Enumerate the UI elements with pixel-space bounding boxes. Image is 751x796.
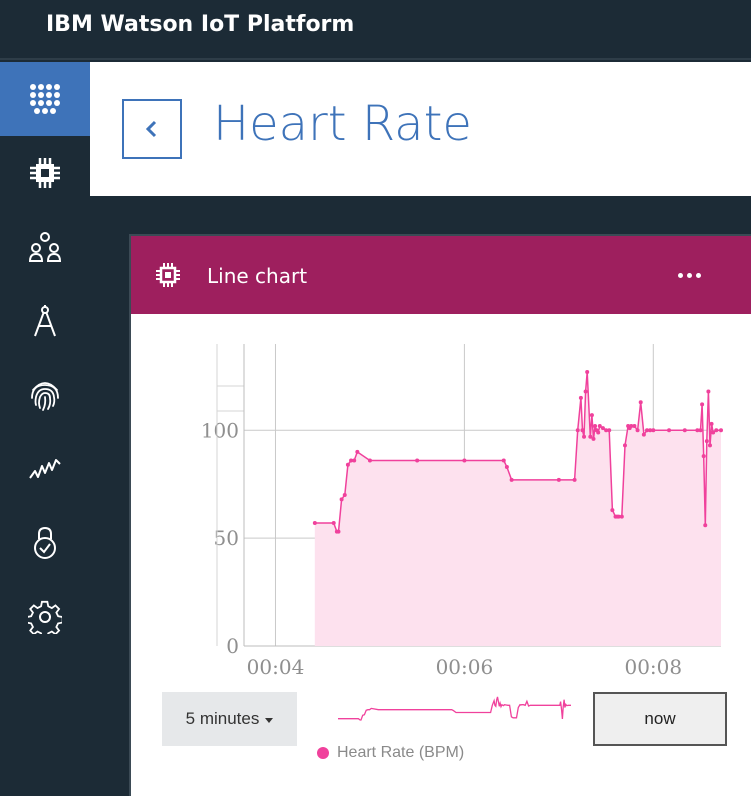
members-icon [28, 232, 62, 262]
data-point [591, 436, 596, 441]
sidebar-item-devices[interactable] [0, 136, 90, 210]
sidebar-item-security[interactable] [0, 358, 90, 432]
chart-legend[interactable]: Heart Rate (BPM) [317, 744, 464, 762]
line-chart-card: Line chart 0 50 100 00:04 00:06 00:08 5 minut… [129, 234, 751, 796]
data-point [682, 428, 687, 433]
time-range-dropdown[interactable]: 5 minutes [162, 692, 297, 746]
data-point [339, 497, 344, 502]
data-point [585, 370, 590, 375]
data-point [704, 439, 709, 444]
data-point [583, 389, 588, 394]
main-content: Heart Rate Line chart 0 50 100 00:04 00:06 00… [90, 62, 751, 796]
data-point [578, 395, 583, 400]
x-tick-label: 00:06 [436, 655, 494, 679]
activity-chart-icon [29, 459, 61, 479]
data-point [596, 430, 601, 435]
data-point [342, 493, 347, 497]
data-point [355, 449, 360, 454]
data-point [589, 413, 594, 418]
y-tick-label: 100 [201, 418, 239, 442]
compass-icon [34, 305, 56, 337]
data-point [312, 521, 317, 526]
sidebar-item-rules[interactable] [0, 284, 90, 358]
data-point [632, 423, 637, 428]
sidebar-item-apps[interactable] [0, 62, 90, 136]
sidebar-item-access[interactable] [0, 506, 90, 580]
top-bar: IBM Watson IoT Platform [0, 0, 751, 60]
data-point [641, 432, 646, 437]
data-point [556, 477, 561, 482]
caret-down-icon [265, 717, 274, 723]
lock-check-icon [34, 526, 56, 559]
data-point [572, 477, 577, 482]
data-point [509, 477, 514, 482]
x-tick-label: 00:04 [247, 655, 305, 679]
data-point [504, 464, 509, 469]
data-point [667, 428, 672, 433]
data-point [575, 428, 580, 433]
app-title: IBM Watson IoT Platform [46, 12, 355, 37]
apps-grid-icon [30, 84, 60, 114]
data-point [593, 423, 598, 428]
page-header: Heart Rate [90, 62, 751, 196]
data-point [367, 458, 372, 463]
back-button[interactable] [122, 99, 182, 159]
page-title: Heart Rate [213, 96, 472, 152]
time-range-value: 5 minutes [185, 709, 260, 728]
sidebar-item-members[interactable] [0, 210, 90, 284]
data-point [701, 454, 706, 459]
data-point [719, 428, 723, 433]
data-point [331, 521, 336, 526]
data-point [345, 462, 350, 467]
sidebar-item-settings[interactable] [0, 580, 90, 654]
gear-icon [28, 600, 62, 634]
data-point [706, 389, 711, 394]
data-point [709, 421, 714, 426]
data-point [610, 508, 615, 513]
data-point [415, 458, 420, 463]
data-point [619, 514, 624, 519]
x-tick-label: 00:08 [624, 655, 682, 679]
data-point [703, 523, 708, 528]
now-button[interactable]: now [593, 692, 727, 746]
chip-icon [30, 158, 60, 188]
y-tick-label: 0 [226, 634, 239, 658]
fingerprint-icon [31, 382, 59, 411]
navigator-series-line[interactable] [338, 696, 571, 721]
sidebar-item-usage[interactable] [0, 432, 90, 506]
data-point [336, 529, 341, 534]
data-point [607, 428, 612, 433]
data-point [638, 400, 643, 405]
data-point [580, 428, 585, 433]
data-point [352, 458, 357, 463]
data-point [714, 428, 719, 433]
series-area [314, 372, 721, 646]
sidebar [0, 62, 90, 796]
data-point [698, 428, 703, 433]
data-point [700, 402, 705, 407]
legend-label: Heart Rate (BPM) [337, 744, 465, 761]
legend-dot [317, 747, 329, 759]
data-point [582, 434, 587, 439]
chevron-left-icon [145, 120, 157, 138]
data-point [462, 458, 467, 463]
data-point [707, 443, 712, 448]
data-point [651, 428, 656, 433]
data-point [635, 428, 640, 433]
data-point [622, 443, 627, 448]
data-point [501, 458, 506, 463]
